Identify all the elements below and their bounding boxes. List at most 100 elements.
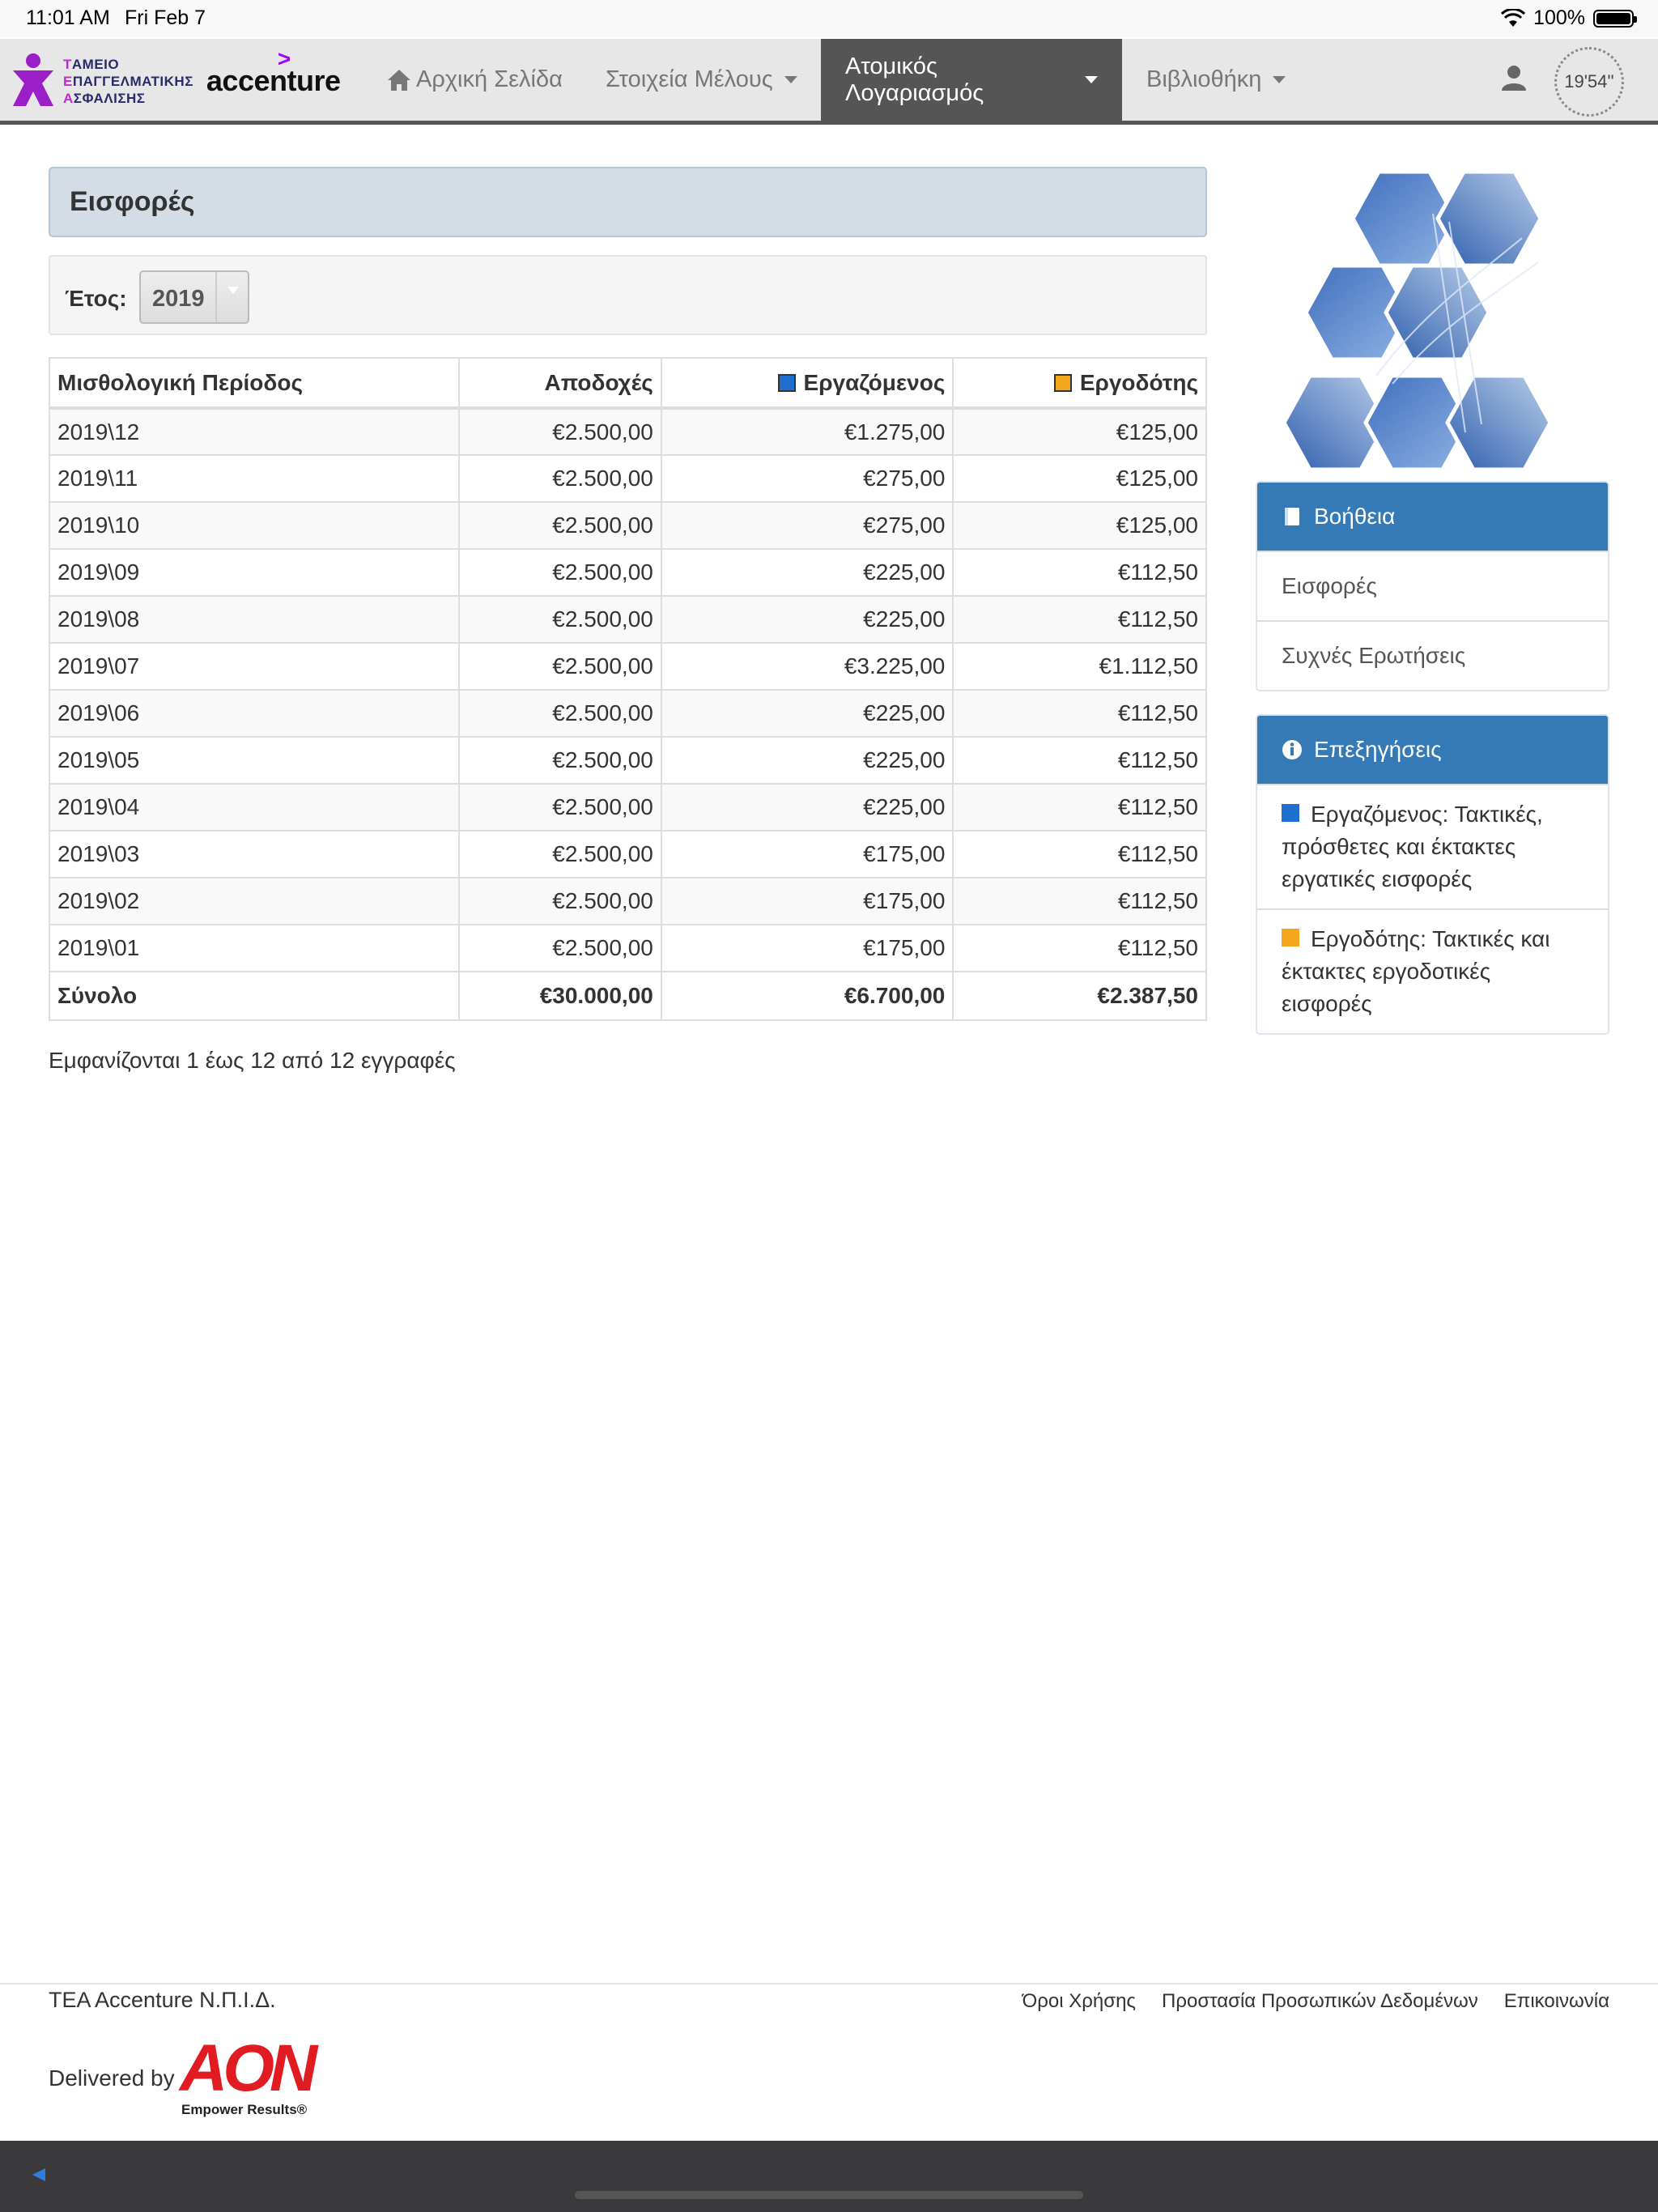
table-row: 2019\01 €2.500,00 €175,00 €112,50 [48, 924, 1207, 972]
cell-period: 2019\08 [48, 595, 461, 644]
cell-employee: €175,00 [660, 924, 954, 972]
cell-employer: €112,50 [952, 924, 1207, 972]
total-earnings: €30.000,00 [458, 971, 662, 1021]
status-date: Fri Feb 7 [125, 6, 206, 29]
total-employee: €6.700,00 [660, 971, 954, 1021]
browser-bottom-bar [0, 2141, 1658, 2212]
cell-earnings: €2.500,00 [458, 877, 662, 925]
header-period[interactable]: Μισθολογική Περίοδος [48, 357, 461, 410]
employer-legend-icon [1053, 373, 1072, 392]
page-title: Εισφορές [70, 186, 195, 217]
footer-divider [0, 1983, 1658, 1984]
nav-library-label: Βιβλιοθήκη [1146, 66, 1262, 92]
cell-earnings: €2.500,00 [458, 830, 662, 878]
total-label: Σύνολο [48, 971, 461, 1021]
brand-logo[interactable]: TΑΜΕΙΟ ΕΠΑΓΓΕΛΜΑΤΙΚΗΣ ΑΣΦΑΛΙΣΗΣ accentur… [10, 46, 341, 110]
help-panel-header: Βοήθεια [1257, 483, 1608, 551]
status-time: 11:01 AM [26, 6, 110, 29]
cell-earnings: €2.500,00 [458, 689, 662, 738]
cell-earnings: €2.500,00 [458, 924, 662, 972]
cell-employer: €1.112,50 [952, 642, 1207, 691]
year-filter-bar: Έτος: 2019 [49, 255, 1207, 335]
cell-period: 2019\11 [48, 454, 461, 503]
header-employee[interactable]: Εργαζόμενος [660, 357, 954, 410]
cell-earnings: €2.500,00 [458, 642, 662, 691]
cell-period: 2019\12 [48, 407, 461, 456]
nav-library-dropdown[interactable]: Βιβλιοθήκη [1122, 39, 1310, 121]
cell-employer: €112,50 [952, 595, 1207, 644]
nav-account-dropdown[interactable]: Ατομικός Λογαριασμός [821, 39, 1122, 121]
page-title-panel: Εισφορές [49, 167, 1207, 237]
book-icon [1285, 508, 1299, 525]
explanation-employee: Εργαζόμενος: Τακτικές, πρόσθετες και έκτ… [1257, 784, 1608, 908]
cell-period: 2019\04 [48, 783, 461, 832]
top-navbar: TΑΜΕΙΟ ΕΠΑΓΓΕΛΜΑΤΙΚΗΣ ΑΣΦΑΛΙΣΗΣ accentur… [0, 39, 1658, 125]
cell-employee: €275,00 [660, 454, 954, 503]
employer-square-icon [1282, 929, 1299, 946]
footer-link-contact[interactable]: Επικοινωνία [1504, 1990, 1609, 2013]
cell-employer: €112,50 [952, 548, 1207, 597]
table-row: 2019\03 €2.500,00 €175,00 €112,50 [48, 830, 1207, 878]
nav-member-dropdown[interactable]: Στοιχεία Μέλους [581, 39, 822, 121]
wifi-icon [1501, 8, 1526, 27]
caret-down-icon [1085, 76, 1098, 83]
cell-employer: €112,50 [952, 877, 1207, 925]
footer-link-privacy[interactable]: Προστασία Προσωπικών Δεδομένων [1162, 1990, 1478, 2013]
aon-wordmark-icon: AON [178, 2031, 324, 2105]
cell-employer: €125,00 [952, 454, 1207, 503]
help-panel-title: Βοήθεια [1314, 504, 1396, 529]
cell-earnings: €2.500,00 [458, 501, 662, 550]
table-row: 2019\11 €2.500,00 €275,00 €125,00 [48, 454, 1207, 503]
nav-home[interactable]: Αρχική Σελίδα [363, 39, 587, 121]
cell-earnings: €2.500,00 [458, 783, 662, 832]
aon-tagline: Empower Results® [181, 2102, 308, 2117]
home-icon [388, 69, 410, 91]
cell-employee: €225,00 [660, 548, 954, 597]
cell-employee: €175,00 [660, 830, 954, 878]
footer-links: Όροι Χρήσης Προστασία Προσωπικών Δεδομέν… [1022, 1990, 1609, 2013]
cell-employer: €112,50 [952, 689, 1207, 738]
explanations-panel-title: Επεξηγήσεις [1314, 737, 1442, 762]
table-row: 2019\12 €2.500,00 €1.275,00 €125,00 [48, 407, 1207, 456]
accenture-logo: accenture > [206, 46, 341, 97]
header-employer[interactable]: Εργοδότης [952, 357, 1207, 410]
cell-period: 2019\06 [48, 689, 461, 738]
cell-period: 2019\09 [48, 548, 461, 597]
table-header-row: Μισθολογική Περίοδος Αποδοχές Εργαζόμενο… [48, 357, 1207, 410]
year-select[interactable]: 2019 [139, 270, 249, 324]
nav-member-label: Στοιχεία Μέλους [606, 66, 773, 92]
cell-employer: €125,00 [952, 501, 1207, 550]
table-row: 2019\10 €2.500,00 €275,00 €125,00 [48, 501, 1207, 550]
cell-period: 2019\02 [48, 877, 461, 925]
cell-earnings: €2.500,00 [458, 407, 662, 456]
table-total-row: Σύνολο €30.000,00 €6.700,00 €2.387,50 [48, 971, 1207, 1021]
records-info: Εμφανίζονται 1 έως 12 από 12 εγγραφές [49, 1048, 456, 1073]
back-arrow-icon[interactable] [32, 2168, 45, 2181]
cell-employer: €112,50 [952, 736, 1207, 785]
cell-employer: €112,50 [952, 830, 1207, 878]
battery-percent: 100% [1533, 6, 1585, 29]
explanations-panel: Επεξηγήσεις Εργαζόμενος: Τακτικές, πρόσθ… [1256, 714, 1609, 1035]
footer-link-terms[interactable]: Όροι Χρήσης [1022, 1990, 1136, 2013]
table-row: 2019\02 €2.500,00 €175,00 €112,50 [48, 877, 1207, 925]
header-earnings[interactable]: Αποδοχές [458, 357, 662, 410]
help-panel: Βοήθεια Εισφορές Συχνές Ερωτήσεις [1256, 481, 1609, 691]
explanations-panel-header: Επεξηγήσεις [1257, 716, 1608, 784]
accenture-accent-icon: > [277, 46, 291, 71]
cell-employee: €275,00 [660, 501, 954, 550]
cell-earnings: €2.500,00 [458, 454, 662, 503]
help-link-faq[interactable]: Συχνές Ερωτήσεις [1257, 620, 1608, 690]
table-row: 2019\08 €2.500,00 €225,00 €112,50 [48, 595, 1207, 644]
nav-home-label: Αρχική Σελίδα [416, 66, 563, 92]
table-row: 2019\09 €2.500,00 €225,00 €112,50 [48, 548, 1207, 597]
cell-employee: €3.225,00 [660, 642, 954, 691]
user-icon[interactable] [1499, 63, 1528, 92]
cell-employer: €125,00 [952, 407, 1207, 456]
cell-employee: €1.275,00 [660, 407, 954, 456]
tea-wordmark: TΑΜΕΙΟ ΕΠΑΓΓΕΛΜΑΤΙΚΗΣ ΑΣΦΑΛΙΣΗΣ [63, 56, 193, 106]
cell-period: 2019\07 [48, 642, 461, 691]
help-link-contributions[interactable]: Εισφορές [1257, 551, 1608, 620]
home-indicator[interactable] [575, 2191, 1083, 2199]
aon-logo: AON Empower Results® [178, 2031, 324, 2126]
cell-earnings: €2.500,00 [458, 736, 662, 785]
